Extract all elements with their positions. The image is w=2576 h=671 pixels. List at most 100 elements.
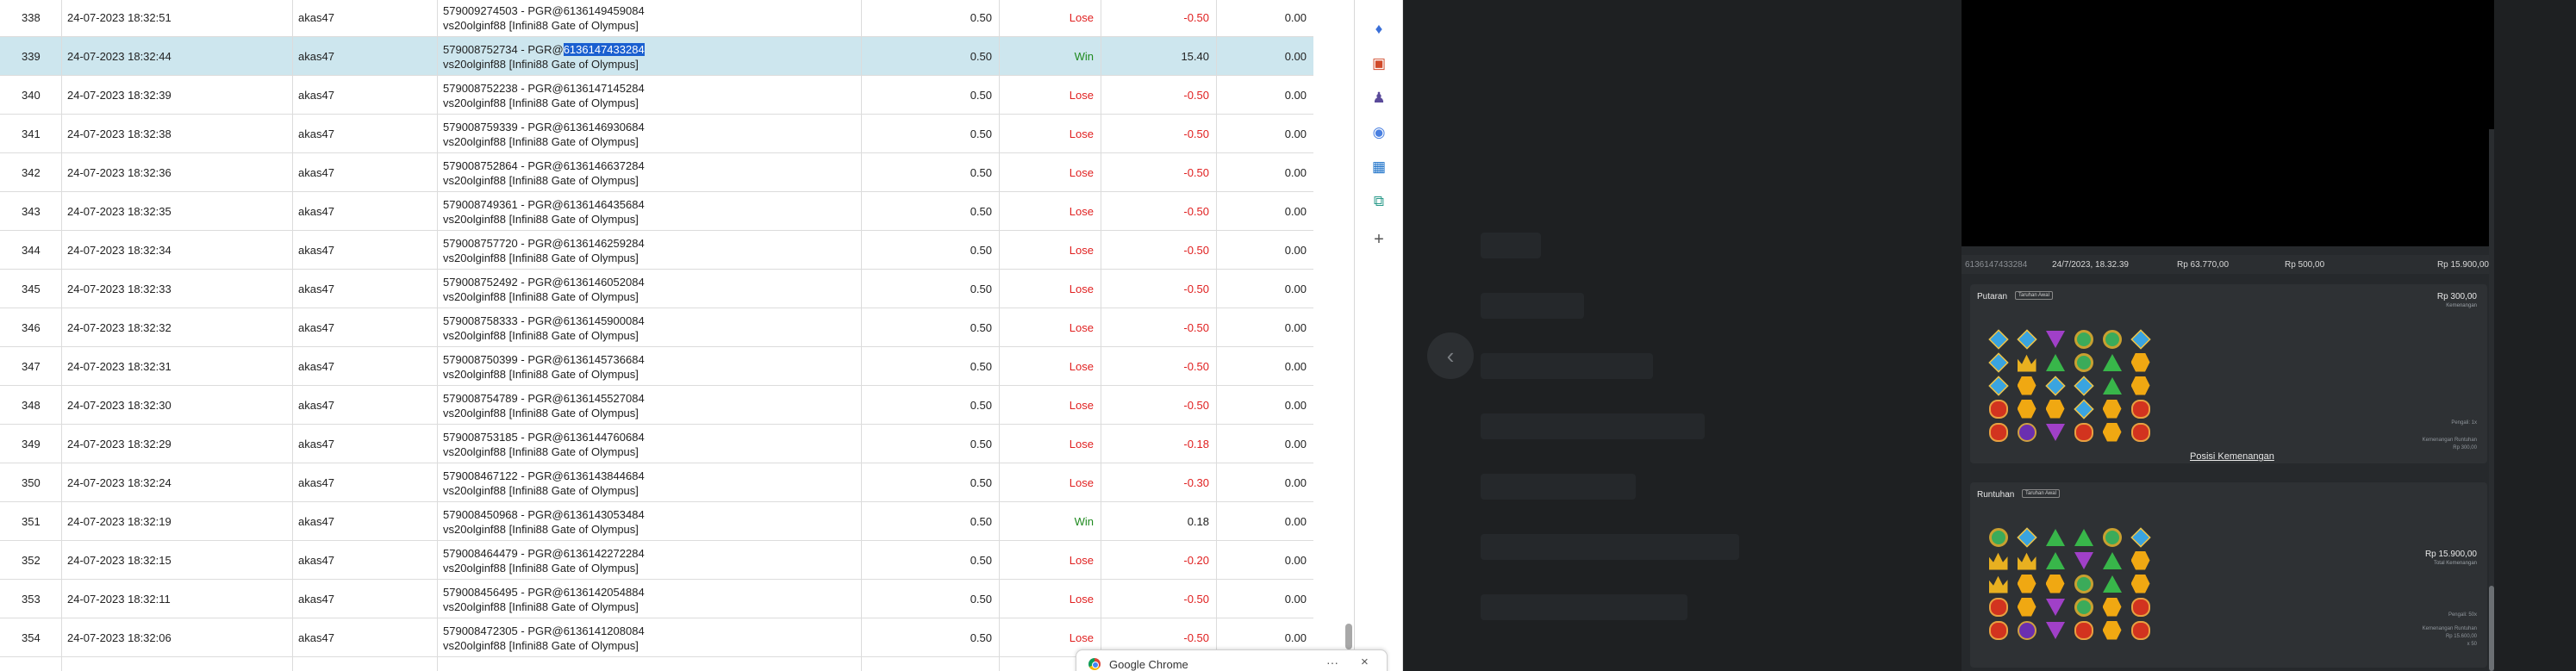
symbol-cell bbox=[2098, 397, 2126, 420]
row-reference[interactable]: 579008472305 - PGR@6136141208084 bbox=[443, 624, 645, 638]
cascade-title: Runtuhan bbox=[1977, 490, 2015, 500]
table-row[interactable]: 344 24-07-2023 18:32:34 akas47 579008757720… bbox=[0, 231, 1313, 270]
table-row[interactable]: 351 24-07-2023 18:32:19 akas47 579008450968… bbox=[0, 502, 1313, 541]
row-result: Lose bbox=[1000, 76, 1101, 115]
symbol-cell bbox=[2041, 618, 2069, 642]
row-reference-id[interactable]: 6136141208084 bbox=[564, 624, 645, 637]
row-reference[interactable]: 579008467122 - PGR@6136143844684 bbox=[443, 469, 645, 483]
row-reference-id[interactable]: 6136146435684 bbox=[564, 198, 645, 211]
row-reference-id[interactable]: 6136145736684 bbox=[564, 353, 645, 366]
game-detail-panel: 6136147433284 24/7/2023, 18.32.39 Rp 63.… bbox=[1962, 0, 2494, 671]
row-username bbox=[293, 657, 438, 671]
row-reference[interactable]: 579008464479 - PGR@6136142272284 bbox=[443, 546, 645, 561]
row-reference-id[interactable]: 6136143844684 bbox=[564, 469, 645, 482]
tag-icon[interactable]: ♦ bbox=[1369, 19, 1389, 40]
detail-scrollbar-thumb[interactable] bbox=[2489, 586, 2494, 671]
table-row[interactable]: 346 24-07-2023 18:32:32 akas47 579008758333… bbox=[0, 308, 1313, 347]
table-row[interactable]: 347 24-07-2023 18:32:31 akas47 579008750399… bbox=[0, 347, 1313, 386]
table-row[interactable]: 353 24-07-2023 18:32:11 akas47 579008456495… bbox=[0, 580, 1313, 618]
cascade-win-multiplier: x 50 bbox=[2467, 642, 2477, 647]
row-reference-id[interactable]: 6136142272284 bbox=[564, 547, 645, 560]
chrome-icon[interactable]: ◉ bbox=[1369, 122, 1389, 143]
row-reference-id[interactable]: 6136146259284 bbox=[564, 237, 645, 250]
row-balance: 0.00 bbox=[1284, 399, 1307, 412]
row-reference-id[interactable]: 6136142054884 bbox=[564, 586, 645, 599]
row-reference[interactable]: 579008752492 - PGR@6136146052084 bbox=[443, 275, 645, 289]
row-reference[interactable]: 579008750399 - PGR@6136145736684 bbox=[443, 352, 645, 367]
row-reference-id[interactable]: 6136145527084 bbox=[564, 392, 645, 405]
row-reference-id[interactable]: 6136146637284 bbox=[564, 159, 645, 172]
table-row[interactable]: 352 24-07-2023 18:32:15 akas47 579008464479… bbox=[0, 541, 1313, 580]
symbol-cell bbox=[1984, 572, 2012, 595]
row-reference[interactable]: 579008450968 - PGR@6136143053484 bbox=[443, 507, 645, 522]
winning-positions-link[interactable]: Posisi Kemenangan bbox=[2190, 451, 2274, 462]
transaction-table: 338 24-07-2023 18:32:51 akas47 579009274503… bbox=[0, 0, 1355, 671]
symbol-cell bbox=[2041, 549, 2069, 572]
diamond-gem-icon bbox=[2130, 526, 2151, 548]
row-result: Win bbox=[1000, 37, 1101, 76]
row-reference[interactable]: 579008753185 - PGR@6136144760684 bbox=[443, 430, 645, 444]
chrome-notification[interactable]: Google Chrome ··· × bbox=[1076, 649, 1388, 671]
row-username: akas47 bbox=[293, 502, 438, 541]
row-reference-id[interactable]: 6136146052084 bbox=[564, 276, 645, 289]
table-row[interactable]: 338 24-07-2023 18:32:51 akas47 579009274503… bbox=[0, 0, 1313, 37]
row-reference-id[interactable]: 6136149459084 bbox=[564, 4, 645, 17]
row-reference-id[interactable]: 6136147433284 bbox=[563, 42, 645, 56]
row-reference-id[interactable]: 6136145900084 bbox=[564, 314, 645, 327]
row-reference-id[interactable]: 6136143053484 bbox=[564, 508, 645, 521]
row-reference[interactable]: 579009274503 - PGR@6136149459084 bbox=[443, 3, 645, 18]
table-row[interactable]: 340 24-07-2023 18:32:39 akas47 579008752238… bbox=[0, 76, 1313, 115]
hex-gem-icon bbox=[2102, 597, 2122, 617]
row-reference[interactable]: 579008758333 - PGR@6136145900084 bbox=[443, 314, 645, 328]
row-winloss: -0.30 bbox=[1101, 463, 1217, 502]
table-scrollbar[interactable] bbox=[1343, 0, 1354, 671]
table-row[interactable]: 348 24-07-2023 18:32:30 akas47 579008754789… bbox=[0, 386, 1313, 425]
row-transaction-detail: 579008749361 - PGR@6136146435684 vs20olgi… bbox=[438, 192, 862, 231]
more-options-icon[interactable]: ··· bbox=[1326, 655, 1338, 669]
cascade-win-value: Rp 15.600,00 bbox=[2445, 634, 2477, 639]
symbol-cell bbox=[2041, 572, 2069, 595]
table-row[interactable]: 341 24-07-2023 18:32:38 akas47 579008759339… bbox=[0, 115, 1313, 153]
row-balance: 0.00 bbox=[1284, 593, 1307, 606]
spin-amount: Rp 300,00 bbox=[2436, 292, 2477, 301]
row-datetime: 24-07-2023 18:32:44 bbox=[62, 37, 293, 76]
table-row[interactable]: 343 24-07-2023 18:32:35 akas47 579008749361… bbox=[0, 192, 1313, 231]
plus-icon[interactable]: + bbox=[1369, 229, 1389, 250]
row-reference-prefix: 579008749361 - PGR@ bbox=[443, 197, 564, 211]
tri-gem-icon bbox=[2074, 528, 2093, 546]
person-icon[interactable]: ♟ bbox=[1369, 88, 1389, 109]
row-bet: 0.50 bbox=[862, 386, 1000, 425]
table-row[interactable]: 349 24-07-2023 18:32:29 akas47 579008753185… bbox=[0, 425, 1313, 463]
row-reference[interactable]: 579008752864 - PGR@6136146637284 bbox=[443, 158, 645, 173]
row-reference[interactable]: 579008757720 - PGR@6136146259284 bbox=[443, 236, 645, 251]
row-result: Lose bbox=[1000, 153, 1101, 192]
close-icon[interactable]: × bbox=[1361, 655, 1369, 669]
row-reference-id[interactable]: 6136144760684 bbox=[564, 431, 645, 444]
row-number: 350 bbox=[0, 463, 62, 502]
symbol-cell bbox=[2041, 327, 2069, 351]
table-row[interactable]: 345 24-07-2023 18:32:33 akas47 579008752492… bbox=[0, 270, 1313, 308]
row-game-name: vs20olginf88 [Infini88 Gate of Olympus] bbox=[443, 173, 639, 187]
shopping-cart-icon[interactable]: ⧉ bbox=[1369, 191, 1389, 212]
row-reference[interactable]: 579008759339 - PGR@6136146930684 bbox=[443, 120, 645, 134]
row-reference[interactable]: 579008456495 - PGR@6136142054884 bbox=[443, 585, 645, 600]
row-reference[interactable]: 579008749361 - PGR@6136146435684 bbox=[443, 197, 645, 212]
row-number: 340 bbox=[0, 76, 62, 115]
detail-scrollbar[interactable] bbox=[2489, 129, 2494, 671]
toolbox-icon[interactable]: ▣ bbox=[1369, 53, 1389, 74]
outlook-icon[interactable]: ▦ bbox=[1369, 157, 1389, 177]
row-reference[interactable]: 579008752238 - PGR@6136147145284 bbox=[443, 81, 645, 96]
row-reference-id[interactable]: 6136147145284 bbox=[564, 82, 645, 95]
table-row[interactable]: 350 24-07-2023 18:32:24 akas47 579008467122… bbox=[0, 463, 1313, 502]
row-reference[interactable]: 579008754789 - PGR@6136145527084 bbox=[443, 391, 645, 406]
table-row[interactable]: 342 24-07-2023 18:32:36 akas47 579008752864… bbox=[0, 153, 1313, 192]
row-reference-prefix: 579008464479 - PGR@ bbox=[443, 546, 564, 560]
row-game-name: vs20olginf88 [Infini88 Gate of Olympus] bbox=[443, 367, 639, 381]
row-game-name: vs20olginf88 [Infini88 Gate of Olympus] bbox=[443, 134, 639, 148]
row-reference-id[interactable]: 6136146930684 bbox=[564, 121, 645, 134]
row-reference[interactable]: 579008752734 - PGR@6136147433284 bbox=[443, 42, 645, 57]
table-scrollbar-thumb[interactable] bbox=[1345, 624, 1352, 649]
symbol-cell bbox=[1984, 595, 2012, 618]
table-row[interactable]: 339 24-07-2023 18:32:44 akas47 579008752734… bbox=[0, 37, 1313, 76]
back-arrow-button[interactable]: ‹ bbox=[1427, 332, 1474, 379]
